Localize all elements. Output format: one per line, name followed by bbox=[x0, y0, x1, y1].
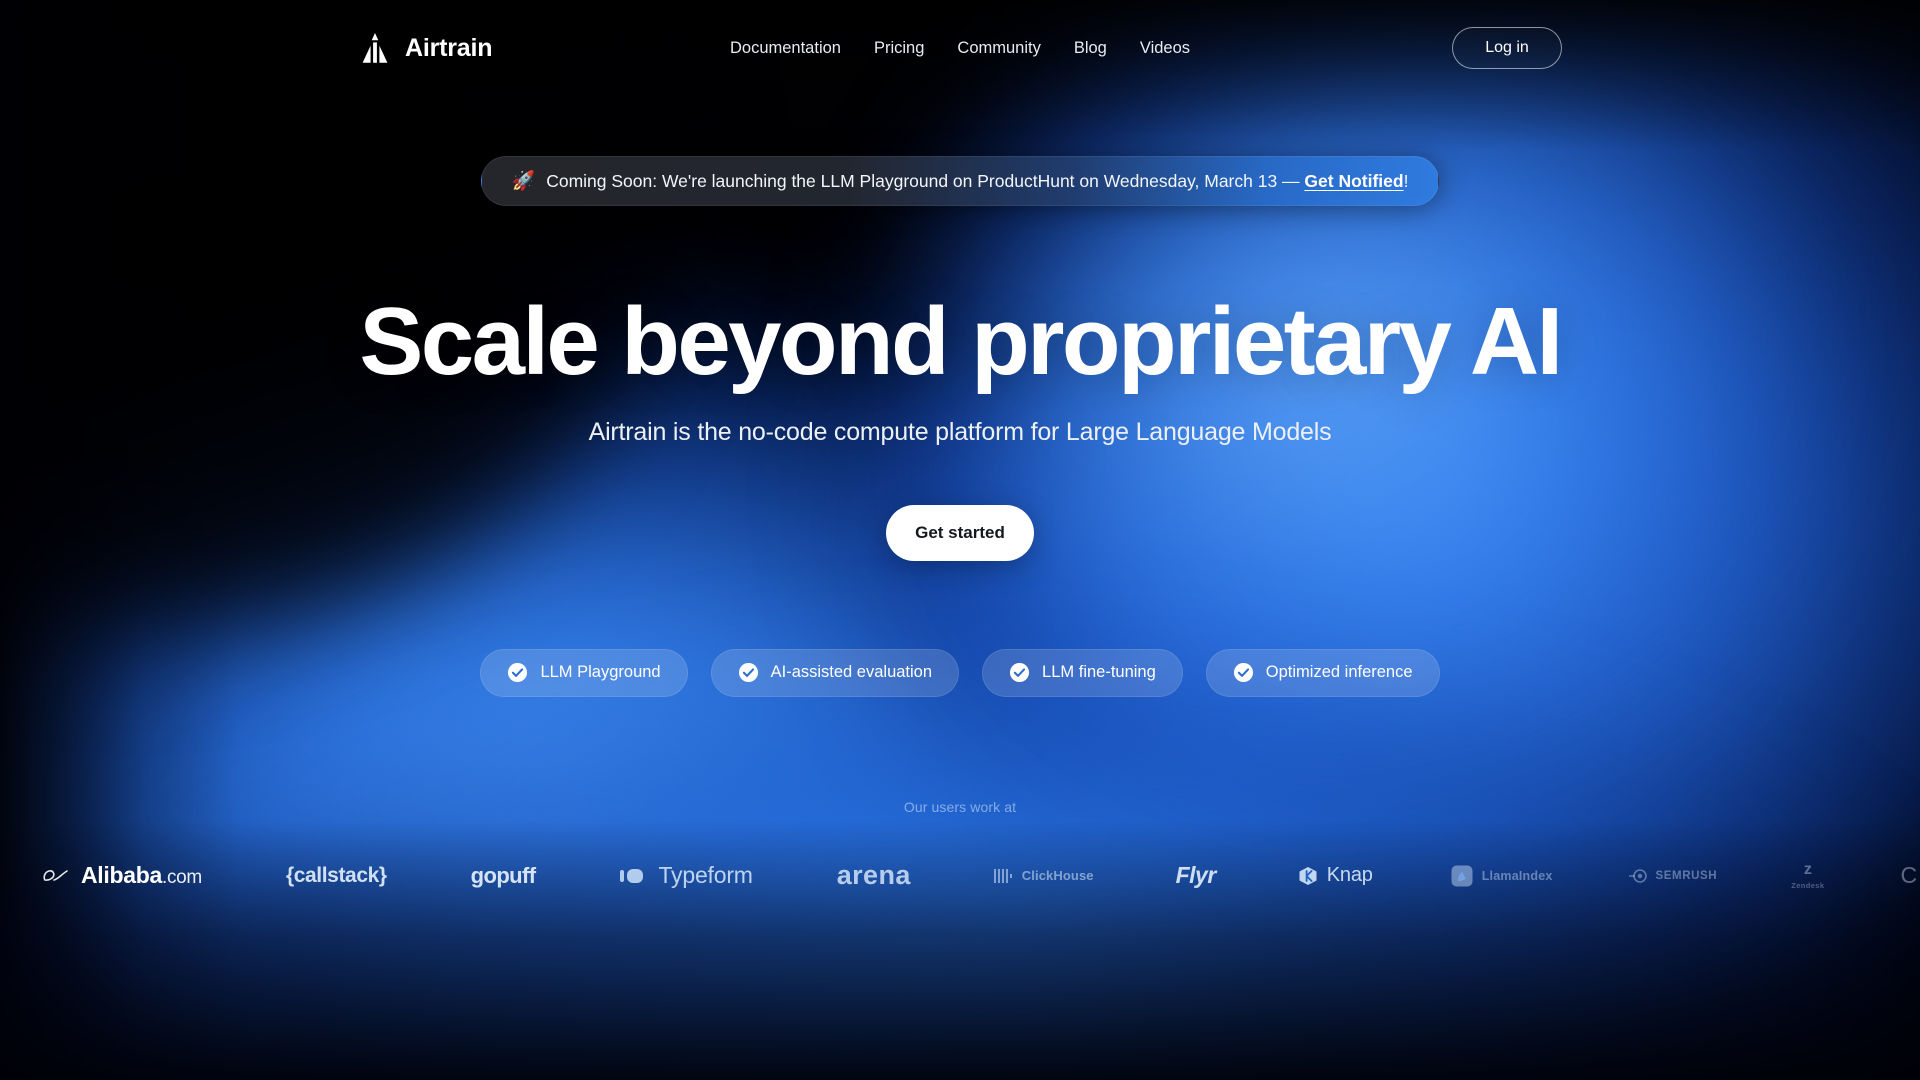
get-notified-link[interactable]: Get Notified bbox=[1304, 171, 1403, 191]
social-proof-section: Our users work at Alibaba.com {callstack… bbox=[0, 799, 1920, 905]
clickhouse-mark-icon bbox=[993, 868, 1012, 883]
feature-pill-label: Optimized inference bbox=[1265, 663, 1413, 682]
check-circle-icon bbox=[508, 663, 528, 683]
brand-name: Airtrain bbox=[405, 33, 493, 62]
feature-pill-llm-playground[interactable]: LLM Playground bbox=[480, 648, 688, 697]
nav-links: Documentation Pricing Community Blog Vid… bbox=[730, 39, 1190, 58]
nav-link-videos[interactable]: Videos bbox=[1140, 39, 1190, 58]
get-started-button[interactable]: Get started bbox=[886, 504, 1034, 561]
logo-zendesk: z Zendesk bbox=[1755, 847, 1860, 905]
announcement-text-before: Coming Soon: We're launching the LLM Pla… bbox=[546, 170, 1305, 191]
client-logo-marquee: Alibaba.com {callstack} gopuff Typeform … bbox=[0, 847, 1920, 905]
nav-link-documentation[interactable]: Documentation bbox=[730, 39, 841, 58]
logo-semrush: SEMRUSH bbox=[1591, 847, 1756, 905]
logo-label: SEMRUSH bbox=[1655, 869, 1718, 882]
logo-arena: arena bbox=[836, 860, 911, 891]
check-circle-icon bbox=[1010, 663, 1030, 683]
brand-logo[interactable]: Airtrain bbox=[358, 31, 493, 65]
logo-label: Zendesk bbox=[1791, 881, 1825, 891]
logo-label: LlamaIndex bbox=[1481, 868, 1553, 883]
feature-pill-label: LLM fine-tuning bbox=[1042, 663, 1156, 682]
airtrain-mark-icon bbox=[362, 33, 388, 63]
zendesk-mark-icon: z bbox=[1803, 861, 1812, 879]
semrush-mark-icon bbox=[1628, 869, 1647, 883]
cta-wrap: Get started bbox=[0, 504, 1920, 561]
feature-pill-llm-fine-tuning[interactable]: LLM fine-tuning bbox=[982, 648, 1183, 697]
feature-pill-ai-assisted-evaluation[interactable]: AI-assisted evaluation bbox=[710, 648, 960, 697]
feature-pill-list: LLM Playground AI-assisted evaluation LL… bbox=[0, 648, 1920, 697]
nav-link-community[interactable]: Community bbox=[957, 39, 1040, 58]
logo-callstack: {callstack} bbox=[285, 863, 387, 887]
social-proof-label: Our users work at bbox=[903, 798, 1017, 815]
logo-cenia: CENIA bbox=[1900, 862, 1920, 889]
hero-section: Scale beyond proprietary AI Airtrain is … bbox=[0, 292, 1920, 697]
logo-flyr: Flyr bbox=[1175, 862, 1217, 889]
alibaba-mark-icon bbox=[43, 869, 68, 881]
logo-clickhouse: ClickHouse bbox=[953, 847, 1134, 905]
announcement-text-after: ! bbox=[1403, 170, 1409, 191]
top-navigation-bar: Airtrain Documentation Pricing Community… bbox=[0, 0, 1920, 96]
logo-typeform: Typeform bbox=[577, 847, 794, 905]
logo-label: Typeform bbox=[658, 862, 753, 889]
typeform-mark-icon bbox=[620, 868, 644, 883]
logo-llamaindex: LlamaIndex bbox=[1413, 847, 1591, 905]
nav-link-blog[interactable]: Blog bbox=[1074, 39, 1107, 58]
announcement-text: Coming Soon: We're launching the LLM Pla… bbox=[546, 171, 1408, 192]
logo-label: Knap bbox=[1326, 864, 1373, 887]
logo-label: Alibaba.com bbox=[81, 862, 202, 889]
feature-pill-label: LLM Playground bbox=[540, 663, 661, 682]
knap-mark-icon bbox=[1299, 866, 1317, 885]
check-circle-icon bbox=[1233, 663, 1253, 683]
announcement-banner[interactable]: 🚀 Coming Soon: We're launching the LLM P… bbox=[480, 156, 1440, 206]
logo-label: ClickHouse bbox=[1021, 868, 1094, 884]
llamaindex-mark-icon bbox=[1451, 865, 1473, 887]
rocket-icon: 🚀 bbox=[511, 170, 536, 192]
logo-gopuff: gopuff bbox=[470, 862, 536, 888]
logo-knap: Knap bbox=[1258, 847, 1413, 905]
feature-pill-optimized-inference[interactable]: Optimized inference bbox=[1205, 648, 1440, 697]
nav-link-pricing[interactable]: Pricing bbox=[874, 39, 924, 58]
page-title: Scale beyond proprietary AI bbox=[359, 288, 1563, 395]
landing-page: Airtrain Documentation Pricing Community… bbox=[0, 0, 1920, 1080]
check-circle-icon bbox=[738, 663, 758, 683]
feature-pill-label: AI-assisted evaluation bbox=[770, 663, 933, 682]
hero-subheadline: Airtrain is the no-code compute platform… bbox=[588, 417, 1332, 446]
login-button[interactable]: Log in bbox=[1452, 27, 1562, 69]
logo-alibaba: Alibaba.com bbox=[0, 847, 244, 905]
announcement-banner-wrap: 🚀 Coming Soon: We're launching the LLM P… bbox=[0, 156, 1920, 206]
